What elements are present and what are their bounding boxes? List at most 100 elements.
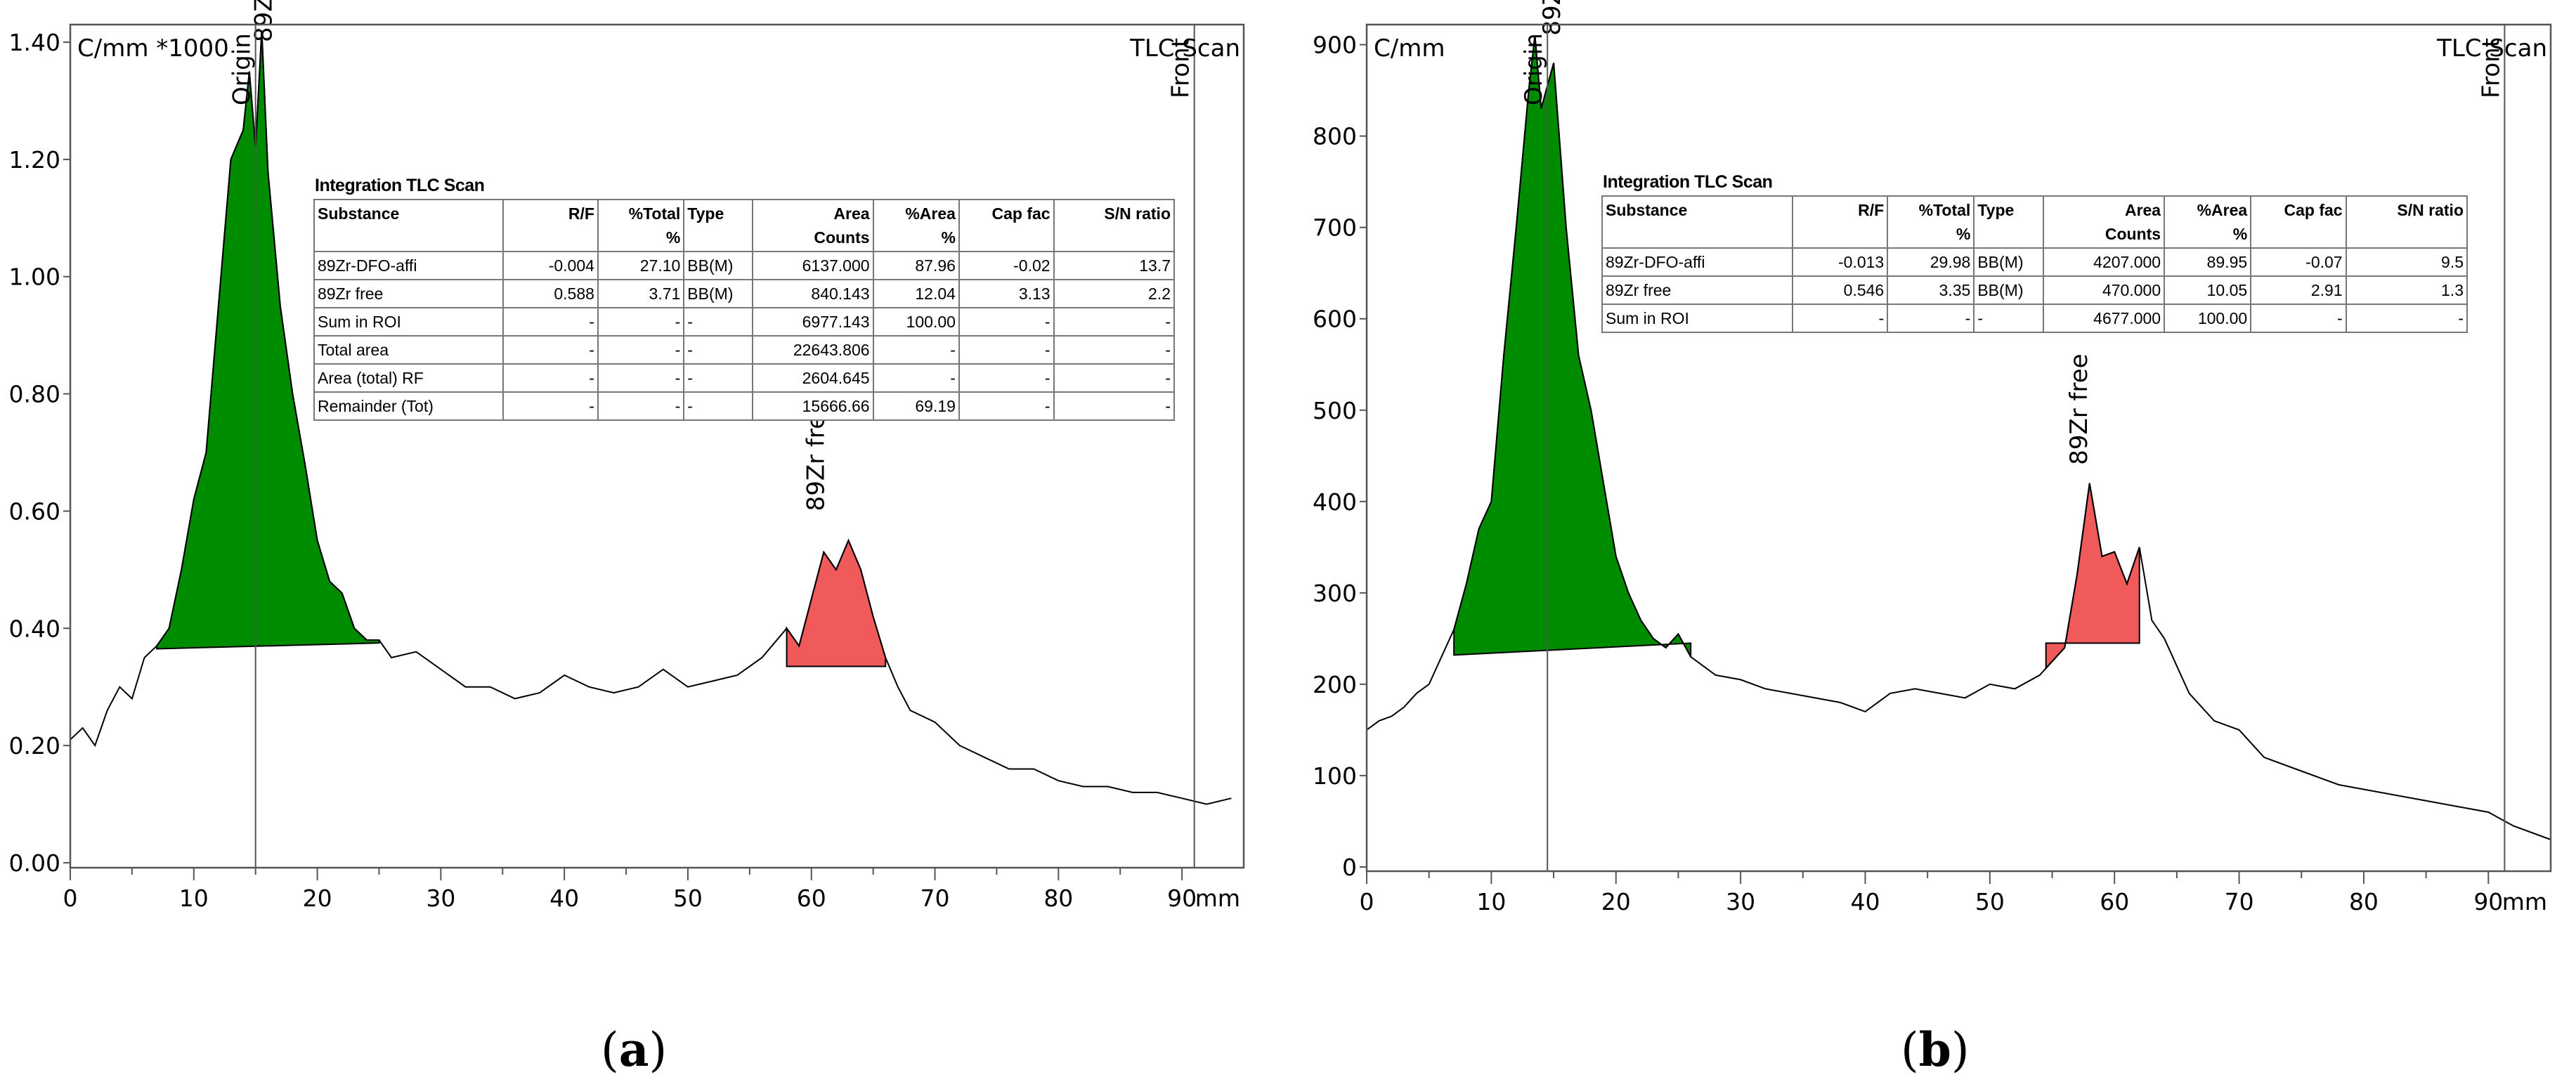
table-cell: - bbox=[2250, 304, 2347, 333]
table-row: Sum in ROI - - -6977.143 100.00- - bbox=[313, 307, 1176, 337]
y-tick-label: 200 bbox=[1313, 671, 1357, 698]
y-tick-label: 0 bbox=[1342, 854, 1357, 881]
integration-table: Substance R/F %Total% Type Area Counts %Are… bbox=[313, 199, 1176, 421]
table-cell: 1.3 bbox=[2345, 275, 2468, 305]
table-row: Area (total) RF - - -2604.645- - - bbox=[313, 363, 1176, 393]
table-cell: 840.143 bbox=[752, 279, 874, 308]
table-cell: -0.004 bbox=[502, 251, 599, 280]
y-tick-label: 1.40 bbox=[9, 29, 60, 56]
column-header: S/N ratio bbox=[2345, 195, 2468, 249]
table-cell: - bbox=[1053, 391, 1176, 421]
x-tick-label: 0 bbox=[63, 885, 78, 912]
y-tick-label: 700 bbox=[1313, 214, 1357, 242]
column-header: Substance bbox=[313, 199, 505, 252]
x-tick-label: 30 bbox=[426, 885, 455, 912]
table-cell: BB(M) bbox=[683, 251, 754, 280]
x-tick-label: 10 bbox=[1476, 888, 1506, 915]
table-cell: 2.91 bbox=[2250, 275, 2347, 305]
peak-area-0 bbox=[1453, 35, 1692, 658]
table-cell: Sum in ROI bbox=[313, 307, 505, 337]
table-cell: 22643.806 bbox=[752, 335, 874, 365]
table-cell: - bbox=[502, 391, 599, 421]
table-cell: - bbox=[597, 335, 685, 365]
table-cell: Remainder (Tot) bbox=[313, 391, 505, 421]
table-header-row: Substance R/F %Total% Type Area Counts %Are… bbox=[313, 199, 1176, 252]
y-tick-label: 600 bbox=[1313, 306, 1357, 333]
table-header-row: Substance R/F %Total% Type Area Counts %Are… bbox=[1601, 195, 2468, 249]
integration-table-a: Integration TLC Scan Substance R/F %Total… bbox=[313, 176, 1176, 421]
x-tick-label: 0 bbox=[1360, 888, 1374, 915]
caption-b: (b) bbox=[1901, 1022, 1970, 1077]
table-row: 89Zr-DFO-affi -0.013 29.98 BB(M) 4207.000 89.… bbox=[1601, 247, 2468, 277]
chart-panel-b: 89Zr-DFO-affi89Zr freeOriginFrontTLC Sca… bbox=[1313, 0, 2552, 915]
table-cell: 9.5 bbox=[2345, 247, 2468, 277]
y-tick-label: 900 bbox=[1313, 32, 1357, 59]
table-cell: 0.588 bbox=[502, 279, 599, 308]
x-tick-label: 80 bbox=[2349, 888, 2379, 915]
table-title: Integration TLC Scan bbox=[315, 176, 485, 195]
table-row: Sum in ROI - - -4677.000 100.00- - bbox=[1601, 304, 2468, 333]
table-cell: -0.02 bbox=[958, 251, 1055, 280]
table-cell: - bbox=[872, 363, 960, 393]
x-axis-label: mm bbox=[1195, 885, 1240, 912]
x-tick-label: 20 bbox=[1601, 888, 1631, 915]
peak-area-1 bbox=[2045, 483, 2140, 670]
corner-label: TLC Scan bbox=[1129, 34, 1240, 63]
y-tick-label: 0.40 bbox=[9, 615, 60, 642]
y-tick-label: 0.60 bbox=[9, 497, 60, 525]
tlc-scan-figure: 89Zr-DFO-affi89Zr freeOriginFrontTLC Sca… bbox=[9, 0, 2552, 915]
table-cell: 0.546 bbox=[1791, 275, 1889, 305]
table-cell: BB(M) bbox=[1973, 275, 2044, 305]
caption-a-letter: a bbox=[618, 1022, 649, 1077]
x-tick-label: 40 bbox=[1850, 888, 1880, 915]
column-header: %Total% bbox=[597, 199, 685, 252]
table-cell: 10.05 bbox=[2164, 275, 2252, 305]
y-axis-unit-label: C/mm bbox=[1374, 34, 1445, 63]
y-tick-label: 800 bbox=[1313, 123, 1357, 150]
table-cell: - bbox=[502, 335, 599, 365]
table-cell: 29.98 bbox=[1887, 247, 1975, 277]
x-tick-label: 50 bbox=[1975, 888, 2005, 915]
table-cell: Area (total) RF bbox=[313, 363, 505, 393]
x-axis-label: mm bbox=[2502, 888, 2547, 915]
x-tick-label: 90 bbox=[2473, 888, 2503, 915]
table-cell: 100.00 bbox=[872, 307, 960, 337]
table-cell: 15666.66 bbox=[752, 391, 874, 421]
table-cell: 12.04 bbox=[872, 279, 960, 308]
table-cell: -0.07 bbox=[2250, 247, 2347, 277]
table-row: Remainder (Tot) - - -15666.66 69.19- - bbox=[313, 391, 1176, 421]
y-axis-unit-label: C/mm *1000 bbox=[77, 34, 229, 63]
table-cell: 3.71 bbox=[597, 279, 685, 308]
x-tick-label: 70 bbox=[2225, 888, 2254, 915]
x-tick-label: 40 bbox=[549, 885, 579, 912]
column-header: %Area% bbox=[872, 199, 960, 252]
table-cell: 2.2 bbox=[1053, 279, 1176, 308]
table-row: 89Zr-DFO-affi -0.004 27.10 BB(M) 6137.000 87.… bbox=[313, 251, 1176, 280]
table-cell: 3.35 bbox=[1887, 275, 1975, 305]
marker-label-origin: Origin bbox=[1520, 33, 1548, 105]
table-cell: - bbox=[872, 335, 960, 365]
column-header: Cap fac bbox=[2250, 195, 2347, 249]
y-tick-label: 300 bbox=[1313, 580, 1357, 607]
table-cell: 89Zr-DFO-affi bbox=[313, 251, 505, 280]
x-tick-label: 60 bbox=[797, 885, 826, 912]
x-tick-label: 10 bbox=[179, 885, 209, 912]
table-cell: 27.10 bbox=[597, 251, 685, 280]
y-tick-label: 0.20 bbox=[9, 732, 60, 759]
peak-label: 89Zr free bbox=[2065, 353, 2093, 464]
table-cell: -0.013 bbox=[1791, 247, 1889, 277]
column-header: Area Counts bbox=[752, 199, 874, 252]
caption-b-letter: b bbox=[1918, 1022, 1951, 1077]
table-cell: - bbox=[502, 363, 599, 393]
table-cell: - bbox=[958, 391, 1055, 421]
peak-label: 89Zr-DFO-affi bbox=[1538, 0, 1566, 36]
table-cell: - bbox=[502, 307, 599, 337]
table-cell: - bbox=[1791, 304, 1889, 333]
table-cell: - bbox=[958, 307, 1055, 337]
table-cell: - bbox=[597, 391, 685, 421]
x-tick-label: 60 bbox=[2100, 888, 2129, 915]
column-header: R/F bbox=[1791, 195, 1889, 249]
x-tick-label: 50 bbox=[673, 885, 703, 912]
table-cell: 89.95 bbox=[2164, 247, 2252, 277]
column-header: %Area% bbox=[2164, 195, 2252, 249]
